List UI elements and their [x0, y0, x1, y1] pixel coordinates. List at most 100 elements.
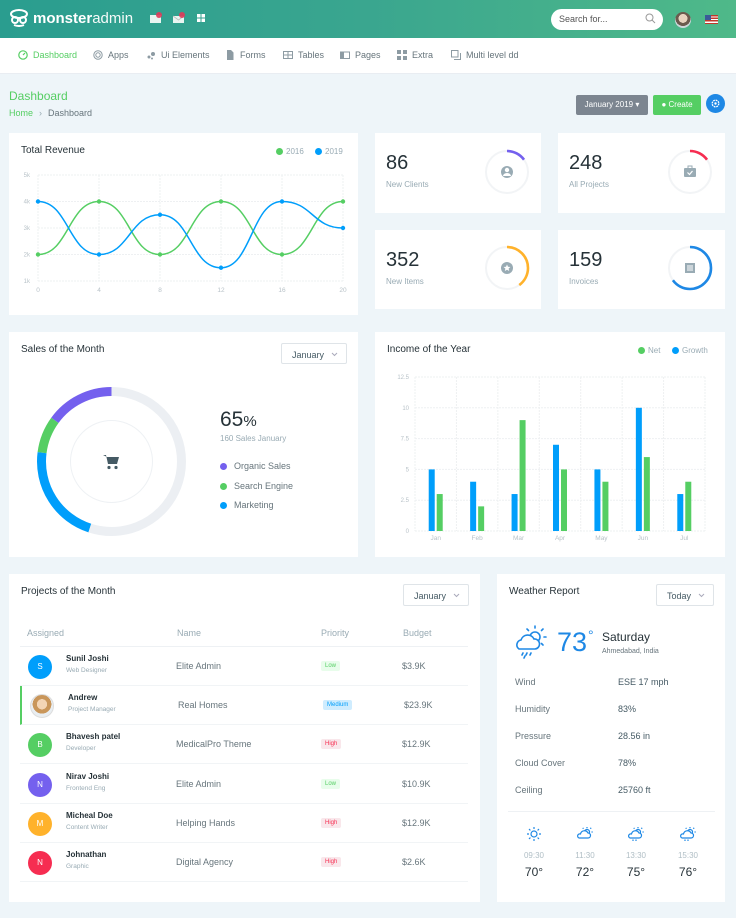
projects-month-select[interactable]: January — [403, 584, 469, 606]
forecast-time: 15:30 — [677, 851, 699, 860]
y-tick-label: 1k — [24, 279, 31, 285]
weather-detail-value: ESE 17 mph — [618, 677, 669, 687]
nav-item-dashboard[interactable]: Dashboard — [18, 50, 77, 60]
income-bar-chart: 0 2.5 5 7.5 10 12.5 Jan Feb Mar Apr May Jun Jul — [397, 375, 706, 542]
plus-circle-icon: ● — [661, 100, 667, 109]
avatar: S — [28, 655, 52, 679]
nav-item-apps[interactable]: Apps — [93, 50, 129, 60]
assignee-role: Web Designer — [66, 667, 108, 674]
apps-grid-icon[interactable] — [196, 12, 210, 24]
x-tick-label: Apr — [555, 535, 566, 542]
nav-item-extra[interactable]: Extra — [397, 50, 433, 60]
logo[interactable]: monster admin — [9, 9, 133, 27]
month-dropdown-button[interactable]: January 2019 ▾ — [576, 95, 648, 115]
pages-icon — [340, 51, 350, 59]
star-icon — [501, 262, 513, 274]
card-title: Weather Report — [509, 586, 580, 597]
email-icon[interactable] — [173, 12, 187, 24]
chevron-down-icon — [453, 593, 460, 598]
bar-growth — [470, 481, 477, 531]
revenue-line-chart: 5k 4k 3k 2k 1k 0 4 8 12 16 20 — [24, 173, 347, 294]
priority-badge: High — [321, 857, 342, 867]
weather-detail-value: 25760 ft — [618, 785, 651, 795]
user-avatar[interactable] — [675, 12, 691, 28]
weather-day: Saturday — [602, 630, 651, 644]
breadcrumb-current: Dashboard — [48, 108, 93, 118]
assignee-role: Developer — [66, 745, 96, 753]
bar-net — [436, 494, 443, 531]
table-row[interactable]: N Nirav Joshi Frontend Eng Elite Admin Low $1… — [20, 765, 468, 804]
stat-value: 352 — [386, 249, 420, 271]
sales-subtitle: 160 Sales January — [220, 434, 287, 443]
table-row[interactable]: S Sunil Joshi Web Designer Elite Admin Low $3… — [20, 647, 468, 686]
assignee-role: Project Manager — [68, 706, 116, 714]
breadcrumb-separator: › — [39, 108, 43, 118]
table-row[interactable]: Andrew Project Manager Real Homes Medium $23… — [20, 686, 468, 726]
partly-cloudy-icon — [577, 827, 593, 839]
page-title: Dashboard — [9, 89, 68, 103]
chevron-down-icon — [331, 352, 338, 357]
nav-item-forms[interactable]: Forms — [225, 50, 266, 60]
stat-card-all-projects: 248 All Projects — [558, 133, 725, 213]
forecast-item: 09:30 70° — [519, 826, 549, 879]
stat-card-new-items: 352 New Items — [375, 230, 541, 309]
nav-item-multi-level[interactable]: Multi level dd — [451, 50, 519, 60]
y-tick-label: 3k — [24, 226, 31, 232]
y-tick-label: 5 — [406, 467, 410, 473]
project-name: Elite Admin — [176, 661, 222, 671]
data-point — [279, 199, 285, 204]
table-row[interactable]: M Micheal Doe Content Writer Helping Hands H… — [20, 804, 468, 843]
message-icon[interactable] — [150, 12, 164, 24]
widgets-icon — [397, 50, 407, 60]
avatar: N — [28, 851, 52, 875]
stat-card-new-clients: 86 New Clients — [375, 133, 541, 213]
search-icon[interactable] — [645, 13, 656, 24]
data-point — [340, 225, 346, 231]
nav-item-pages[interactable]: Pages — [340, 50, 381, 60]
forecast-item: 15:30 76° — [673, 826, 703, 879]
stat-progress-ring — [667, 245, 713, 291]
legend-search-engine: Search Engine — [220, 481, 293, 491]
y-tick-label: 4k — [24, 200, 31, 206]
y-tick-label: 2.5 — [401, 498, 410, 504]
column-header-name[interactable]: Name — [177, 628, 201, 638]
gear-icon — [711, 99, 720, 108]
bar-growth — [511, 494, 518, 531]
x-tick-label: 4 — [97, 287, 101, 294]
legend-label: Search Engine — [234, 481, 294, 491]
series-line-2019 — [37, 200, 344, 269]
project-name: MedicalPro Theme — [176, 739, 252, 750]
nav-label: Tables — [298, 50, 325, 60]
legend-marketing: Marketing — [220, 500, 274, 510]
bubbles-icon — [147, 52, 155, 60]
nav-item-ui-elements[interactable]: Ui Elements — [146, 50, 210, 60]
percent-value: 65 — [220, 408, 244, 431]
data-point — [218, 265, 224, 270]
layers-icon — [451, 50, 461, 60]
weather-period-select[interactable]: Today — [656, 584, 714, 606]
bar-growth — [635, 407, 642, 531]
column-header-assigned[interactable]: Assigned — [27, 628, 64, 638]
x-tick-label: Mar — [513, 535, 525, 542]
briefcase-check-icon — [684, 165, 696, 177]
x-tick-label: Feb — [472, 535, 484, 542]
column-header-priority[interactable]: Priority — [321, 628, 349, 638]
legend-label: Organic Sales — [234, 461, 291, 471]
chevron-down-icon — [698, 593, 705, 598]
us-flag-icon[interactable] — [705, 15, 718, 24]
search-input[interactable]: Search for... — [551, 9, 663, 30]
settings-button[interactable] — [706, 94, 725, 113]
create-button[interactable]: ● Create — [653, 95, 701, 115]
table-row[interactable]: B Bhavesh patel Developer MedicalPro Theme H… — [20, 725, 468, 765]
stat-progress-ring — [484, 149, 530, 195]
nav-item-tables[interactable]: Tables — [283, 50, 324, 60]
table-row[interactable]: N Johnathan Graphic Digital Agency High $2.6K — [20, 843, 468, 882]
column-header-budget[interactable]: Budget — [403, 628, 432, 638]
y-tick-label: 12.5 — [397, 375, 409, 381]
breadcrumb-home[interactable]: Home — [9, 108, 33, 118]
stat-progress-ring — [484, 245, 530, 291]
file-icon — [227, 50, 234, 60]
stat-value: 248 — [569, 152, 603, 174]
project-name: Real Homes — [178, 700, 228, 711]
sales-month-select[interactable]: January — [281, 343, 347, 364]
